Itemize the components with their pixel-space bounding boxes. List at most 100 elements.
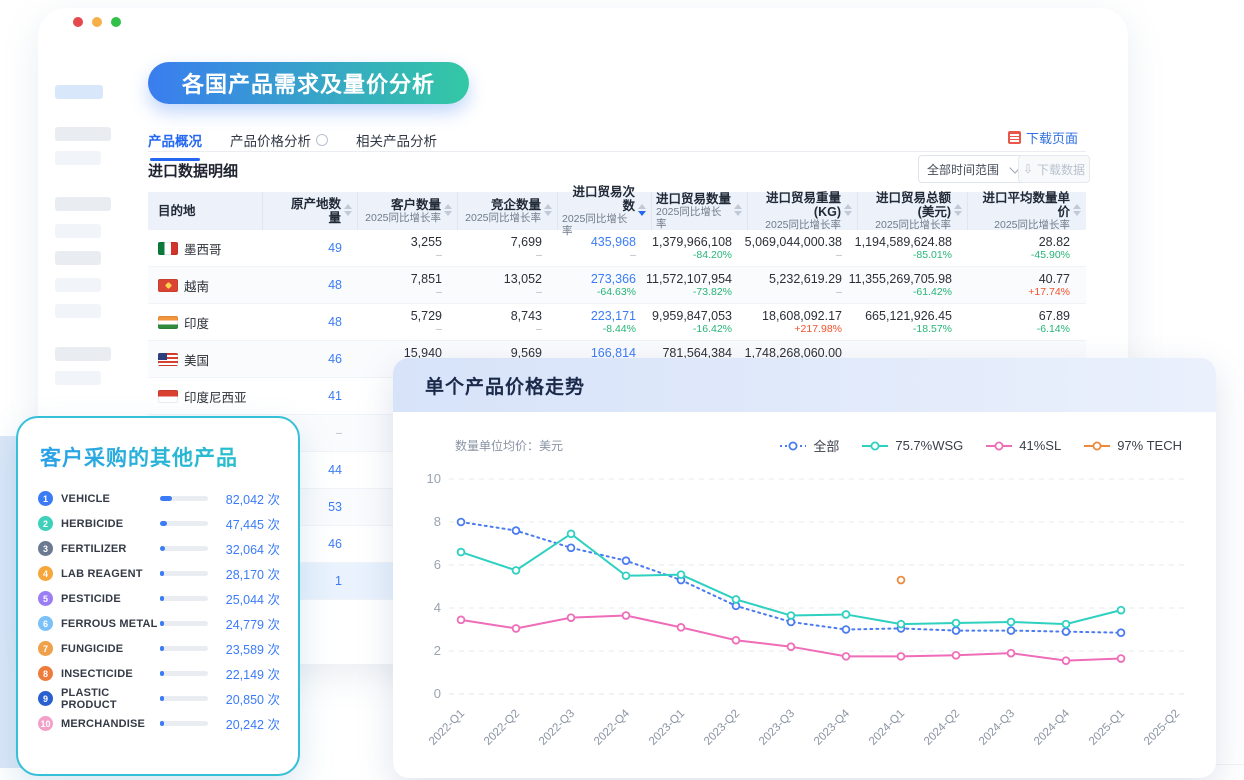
table-row[interactable]: 越南487,851–13,052–273,366-64.63%11,572,10… <box>148 267 1086 304</box>
origin-count-value[interactable]: 46 <box>328 352 342 366</box>
data-point[interactable] <box>953 627 960 634</box>
product-rank-item[interactable]: 1VEHICLE82,042 次 <box>18 486 298 511</box>
column-header-8[interactable]: 进口贸易总额(美元)2025同比增长率 <box>858 192 968 230</box>
maximize-icon[interactable] <box>111 17 121 27</box>
data-point[interactable] <box>623 557 630 564</box>
data-point[interactable] <box>623 612 630 619</box>
data-point[interactable] <box>458 549 465 556</box>
sort-carets[interactable] <box>544 204 552 216</box>
data-cell: 40.77+17.74% <box>968 267 1086 303</box>
data-point[interactable] <box>678 571 685 578</box>
product-rank-item[interactable]: 3FERTILIZER32,064 次 <box>18 536 298 561</box>
column-header-3[interactable]: 客户数量2025同比增长率 <box>358 192 458 230</box>
cell-value[interactable]: 435,968 <box>591 235 636 249</box>
data-point[interactable] <box>513 567 520 574</box>
data-point[interactable] <box>898 621 905 628</box>
sort-carets[interactable] <box>444 204 452 216</box>
legend-item-2[interactable]: 75.7%WSG <box>861 438 963 453</box>
data-point[interactable] <box>568 544 575 551</box>
legend-item-1[interactable]: 全部 <box>779 436 839 455</box>
time-range-select[interactable]: 全部时间范围 <box>918 155 1028 183</box>
column-header-9[interactable]: 进口平均数量单价2025同比增长率 <box>968 192 1086 230</box>
data-point[interactable] <box>513 625 520 632</box>
data-point[interactable] <box>678 624 685 631</box>
origin-count-value[interactable]: 48 <box>328 278 342 292</box>
svg-text:2024-Q4: 2024-Q4 <box>1032 707 1073 748</box>
column-header-5[interactable]: 进口贸易次数2025同比增长率 <box>558 192 652 230</box>
cell-value[interactable]: 223,171 <box>591 309 636 323</box>
data-point[interactable] <box>788 612 795 619</box>
data-point[interactable] <box>1118 607 1125 614</box>
cell-yoy: -45.90% <box>1031 249 1070 261</box>
destination-cell: 印度 <box>148 304 263 340</box>
tab-1[interactable]: 产品概况 <box>148 128 202 152</box>
tab-label: 相关产品分析 <box>356 130 437 150</box>
product-rank-item[interactable]: 9PLASTIC PRODUCT20,850 次 <box>18 686 298 711</box>
sort-carets[interactable] <box>954 204 962 216</box>
data-point[interactable] <box>953 620 960 627</box>
product-bar <box>160 721 208 726</box>
data-point[interactable] <box>843 626 850 633</box>
data-point[interactable] <box>1063 621 1070 628</box>
origin-count-value[interactable]: 41 <box>328 389 342 403</box>
destination-cell: 印度尼西亚 <box>148 378 263 414</box>
data-point[interactable] <box>458 616 465 623</box>
table-row[interactable]: 印度485,729–8,743–223,171-8.44%9,959,847,0… <box>148 304 1086 341</box>
data-point[interactable] <box>1063 628 1070 635</box>
product-rank-item[interactable]: 8INSECTICIDE22,149 次 <box>18 661 298 686</box>
sort-carets[interactable] <box>734 204 742 216</box>
data-point[interactable] <box>458 519 465 526</box>
product-rank-item[interactable]: 2HERBICIDE47,445 次 <box>18 511 298 536</box>
origin-count-value[interactable]: 49 <box>328 241 342 255</box>
data-point[interactable] <box>1008 650 1015 657</box>
product-rank-item[interactable]: 10MERCHANDISE20,242 次 <box>18 711 298 736</box>
cell-yoy: -6.14% <box>1037 323 1070 335</box>
svg-text:4: 4 <box>434 600 441 615</box>
column-header-2[interactable]: 原产地数量 <box>263 192 358 230</box>
flag-icon-id <box>158 390 178 403</box>
data-point[interactable] <box>1008 619 1015 626</box>
column-header-4[interactable]: 竞企数量2025同比增长率 <box>458 192 558 230</box>
data-point[interactable] <box>733 637 740 644</box>
data-point[interactable] <box>843 611 850 618</box>
data-point[interactable] <box>953 652 960 659</box>
sort-carets[interactable] <box>638 204 646 216</box>
data-point[interactable] <box>1118 629 1125 636</box>
legend-item-4[interactable]: 97% TECH <box>1083 438 1182 453</box>
data-point[interactable] <box>623 572 630 579</box>
column-title: 原产地数量 <box>291 197 341 225</box>
column-header-6[interactable]: 进口贸易数量2025同比增长率 <box>652 192 748 230</box>
close-icon[interactable] <box>73 17 83 27</box>
product-rank-item[interactable]: 6FERROUS METAL24,779 次 <box>18 611 298 636</box>
sort-carets[interactable] <box>1073 204 1081 216</box>
download-page-link[interactable]: 下载页面 <box>1008 128 1078 147</box>
data-point[interactable] <box>733 596 740 603</box>
column-header-7[interactable]: 进口贸易重量(KG)2025同比增长率 <box>748 192 858 230</box>
origin-count-value[interactable]: 53 <box>328 500 342 514</box>
tab-2[interactable]: 产品价格分析 <box>230 128 328 152</box>
data-point[interactable] <box>898 653 905 660</box>
data-point[interactable] <box>898 577 905 584</box>
origin-count-value[interactable]: 46 <box>328 537 342 551</box>
data-point[interactable] <box>843 653 850 660</box>
product-rank-item[interactable]: 5PESTICIDE25,044 次 <box>18 586 298 611</box>
legend-item-3[interactable]: 41%SL <box>985 438 1061 453</box>
data-point[interactable] <box>1063 657 1070 664</box>
cell-value[interactable]: 273,366 <box>591 272 636 286</box>
origin-count-value[interactable]: 1 <box>335 574 342 588</box>
data-point[interactable] <box>1008 627 1015 634</box>
origin-count-value[interactable]: 48 <box>328 315 342 329</box>
data-point[interactable] <box>788 643 795 650</box>
product-rank-item[interactable]: 4LAB REAGENT28,170 次 <box>18 561 298 586</box>
data-point[interactable] <box>568 614 575 621</box>
data-point[interactable] <box>513 527 520 534</box>
sort-carets[interactable] <box>344 204 352 216</box>
download-data-button[interactable]: ⇩ 下载数据 <box>1018 155 1090 183</box>
data-point[interactable] <box>1118 655 1125 662</box>
sort-carets[interactable] <box>844 204 852 216</box>
data-point[interactable] <box>568 530 575 537</box>
product-rank-item[interactable]: 7FUNGICIDE23,589 次 <box>18 636 298 661</box>
minimize-icon[interactable] <box>92 17 102 27</box>
tab-3[interactable]: 相关产品分析 <box>356 128 437 152</box>
origin-count-value[interactable]: 44 <box>328 463 342 477</box>
